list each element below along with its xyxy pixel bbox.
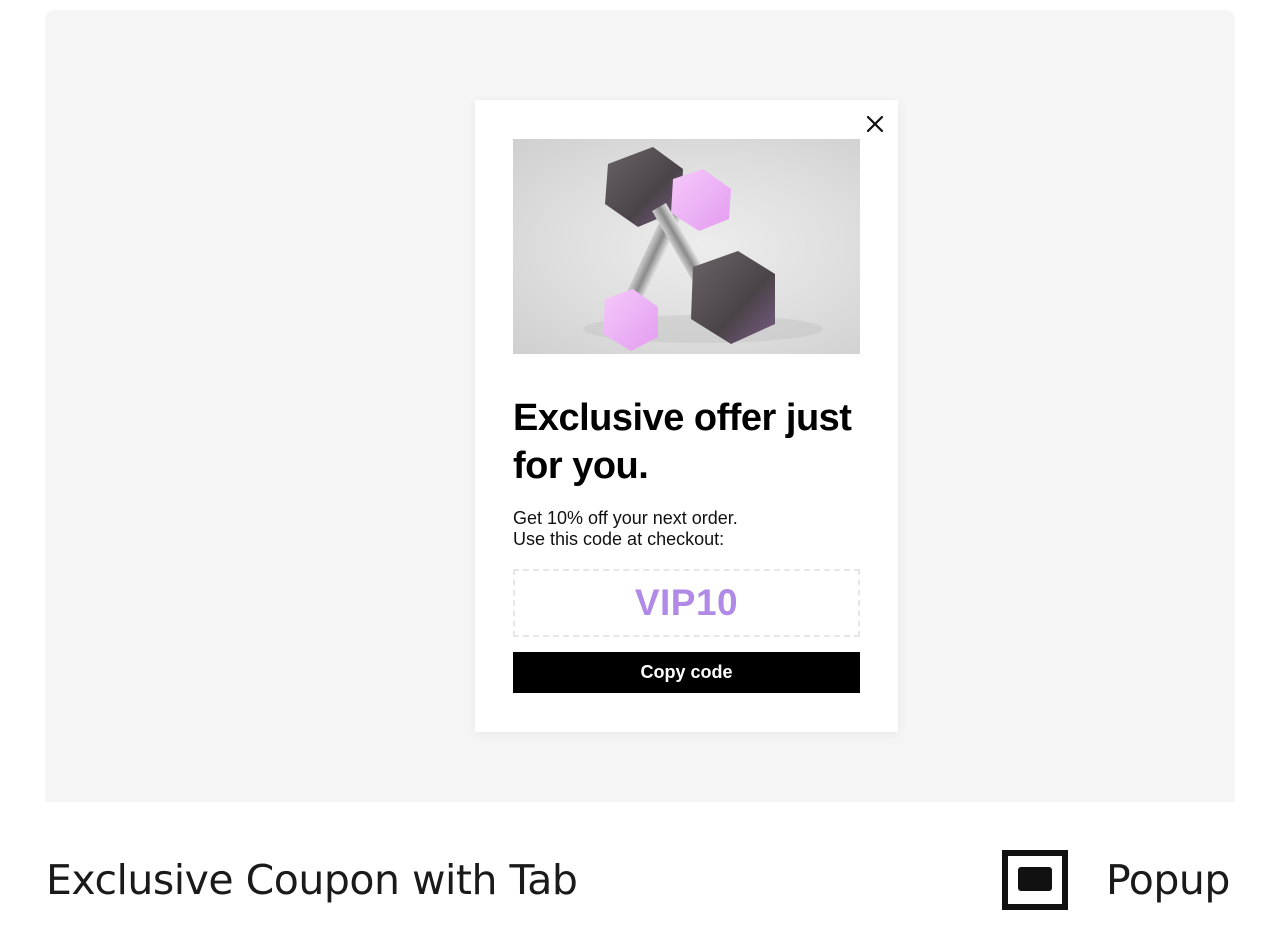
coupon-code-box: VIP10 xyxy=(513,569,860,637)
template-name[interactable]: Exclusive Coupon with Tab xyxy=(46,852,578,908)
popup-headline: Exclusive offer just for you. xyxy=(513,397,852,487)
body-line-offer: Get 10% off your next order. xyxy=(513,508,738,528)
body-line-instruction: Use this code at checkout: xyxy=(513,529,725,549)
template-type-label: Popup xyxy=(1106,856,1230,904)
copy-code-button[interactable]: Copy code xyxy=(513,652,860,693)
popup-icon xyxy=(1002,850,1068,910)
popup-preview: Exclusive offer just for you. Get 10% of… xyxy=(475,100,898,732)
close-icon[interactable] xyxy=(863,112,887,136)
coupon-code: VIP10 xyxy=(634,582,739,623)
template-preview-card[interactable]: Exclusive offer just for you. Get 10% of… xyxy=(45,10,1235,802)
dumbbell-image xyxy=(513,139,860,354)
popup-body-text: Get 10% off your next order. Use this co… xyxy=(513,508,860,550)
